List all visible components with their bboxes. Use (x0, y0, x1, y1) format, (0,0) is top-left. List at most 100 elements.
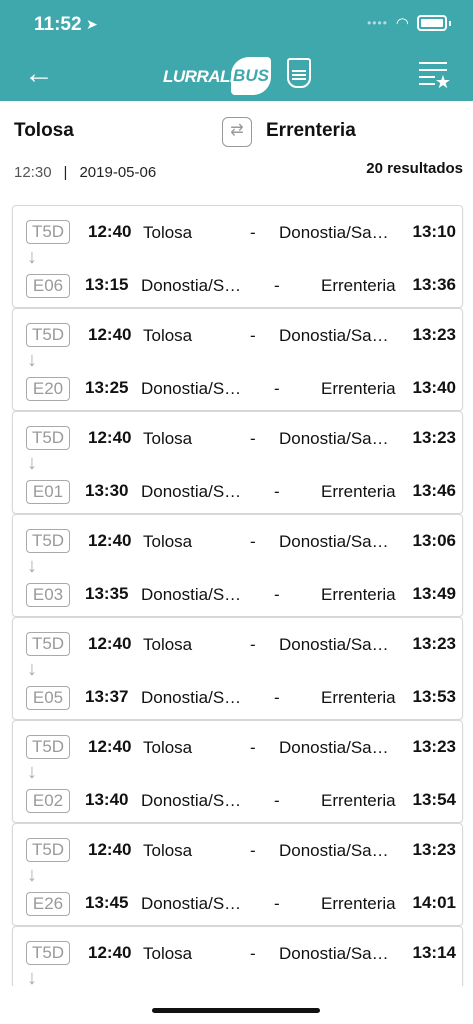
battery-icon (417, 15, 447, 31)
trip-card[interactable]: T5D 12:40 Tolosa - Donostia/Sa… 13:10 E06 13:15… (12, 205, 463, 308)
origin-stop-second: Donostia/S… (141, 276, 242, 295)
nav-bar: ← LURRALDE BUS ★ (0, 50, 473, 101)
destination-stop-first: Donostia/Sa… (279, 944, 389, 963)
trip-card[interactable]: T5D 12:40 Tolosa - Donostia/Sa… 13:23 E26 13:45… (12, 823, 463, 926)
destination-stop-first: Donostia/Sa… (279, 738, 389, 757)
origin-stop-second: Donostia/S… (141, 585, 242, 604)
arrival-time-second: 13:40 (412, 378, 456, 397)
departure-time-first: 12:40 (88, 634, 132, 653)
arrow-left-icon: ← (24, 57, 54, 90)
line-code-first: T5D (26, 323, 70, 347)
origin-stop-first: Tolosa (143, 429, 193, 448)
trip-list[interactable]: T5D 12:40 Tolosa - Donostia/Sa… 13:10 E06 13:15… (0, 201, 473, 986)
departure-time-first: 12:40 (88, 222, 132, 241)
list-line-icon (419, 76, 435, 78)
transfer-arrow-down-icon: ↓ (27, 452, 37, 474)
line-code-first: T5D (26, 220, 70, 244)
destination-stop-first: Donostia/Sa… (279, 841, 389, 860)
departure-time-second: 13:37 (85, 687, 129, 706)
line-code-first: T5D (26, 941, 70, 965)
arrival-time-second: 13:46 (412, 481, 456, 500)
battery-tip (449, 20, 451, 26)
dash-first: - (250, 841, 256, 860)
departure-time-second: 13:30 (85, 481, 129, 500)
departure-time-first: 12:40 (88, 428, 132, 447)
dash-first: - (250, 429, 256, 448)
arrival-time-first: 13:23 (412, 325, 456, 344)
favorites-list-button[interactable]: ★ (419, 62, 451, 92)
departure-time-first: 12:40 (88, 943, 132, 962)
arrival-time-first: 13:23 (412, 428, 456, 447)
line-code-second: E01 (26, 480, 70, 504)
origin-stop-first: Tolosa (143, 944, 193, 963)
origin-stop-first: Tolosa (143, 532, 193, 551)
destination-stop-first: Donostia/Sa… (279, 429, 389, 448)
line-code-second: E26 (26, 892, 70, 916)
swap-arrows-icon: ⇄ (230, 122, 244, 139)
destination-stop-second: Errenteria (321, 791, 396, 810)
dash-first: - (250, 223, 256, 242)
destination-stop-first: Donostia/Sa… (279, 326, 389, 345)
line-code-first: T5D (26, 632, 70, 656)
home-indicator (152, 1008, 320, 1013)
dash-second: - (274, 379, 280, 398)
search-time: 12:30 (14, 164, 52, 181)
origin-stop-first: Tolosa (143, 841, 193, 860)
arrival-time-first: 13:23 (412, 840, 456, 859)
origin-stop-second: Donostia/S… (141, 791, 242, 810)
destination-stop-first: Donostia/Sa… (279, 223, 389, 242)
trip-card[interactable]: T5D 12:40 Tolosa - Donostia/Sa… 13:23 E20 13:25… (12, 308, 463, 411)
line-code-first: T5D (26, 426, 70, 450)
trip-card[interactable]: T5D 12:40 Tolosa - Donostia/Sa… 13:23 E02 13:40… (12, 720, 463, 823)
wifi-icon: ◠ (395, 15, 409, 32)
departure-time-second: 13:25 (85, 378, 129, 397)
departure-time-second: 13:35 (85, 584, 129, 603)
dash-second: - (274, 482, 280, 501)
departure-time-first: 12:40 (88, 531, 132, 550)
list-line-icon (419, 83, 435, 85)
transfer-arrow-down-icon: ↓ (27, 246, 37, 268)
destination-stop-second: Errenteria (321, 585, 396, 604)
origin-stop-second: Donostia/S… (141, 482, 242, 501)
departure-time-first: 12:40 (88, 840, 132, 859)
back-button[interactable]: ← (24, 57, 64, 92)
dash-second: - (274, 276, 280, 295)
line-code-second: E02 (26, 789, 70, 813)
star-icon: ★ (434, 72, 451, 92)
logo-bus: BUS (231, 57, 271, 95)
departure-time-first: 12:40 (88, 325, 132, 344)
origin-stop-first: Tolosa (143, 635, 193, 654)
dash-first: - (250, 532, 256, 551)
departure-time-second: 13:45 (85, 893, 129, 912)
origin-stop-first: Tolosa (143, 738, 193, 757)
arrival-time-second: 14:01 (412, 893, 456, 912)
arrival-time-first: 13:23 (412, 634, 456, 653)
search-date: 2019-05-06 (79, 164, 157, 181)
arrival-time-second: 13:36 (412, 275, 456, 294)
transfer-arrow-down-icon: ↓ (27, 658, 37, 680)
arrival-time-second: 13:54 (412, 790, 456, 809)
destination-stop-second: Errenteria (321, 688, 396, 707)
transfer-arrow-down-icon: ↓ (27, 555, 37, 577)
destination-stop-second: Errenteria (321, 276, 396, 295)
origin-stop-first: Tolosa (143, 326, 193, 345)
departure-time-second: 13:15 (85, 275, 129, 294)
arrival-time-first: 13:14 (412, 943, 456, 962)
trip-card[interactable]: T5D 12:40 Tolosa - Donostia/Sa… 13:23 E05 13:37… (12, 617, 463, 720)
transfer-arrow-down-icon: ↓ (27, 349, 37, 371)
trip-card[interactable]: T5D12:40Tolosa-Donostia/Sa…13:14-↓ (12, 926, 463, 986)
dash-first: - (250, 635, 256, 654)
lurraldebus-logo: LURRALDE BUS (163, 57, 273, 95)
trip-card[interactable]: T5D 12:40 Tolosa - Donostia/Sa… 13:23 E01 13:30… (12, 411, 463, 514)
destination-stop-first: Donostia/Sa… (279, 532, 389, 551)
swap-route-button[interactable]: ⇄ (222, 117, 252, 147)
transfer-arrow-down-icon: ↓ (27, 967, 37, 986)
transfer-arrow-down-icon: ↓ (27, 864, 37, 886)
arrival-time-second: 13:53 (412, 687, 456, 706)
arrival-time-first: 13:10 (412, 222, 456, 241)
origin-label: Tolosa (14, 120, 74, 141)
line-code-first: T5D (26, 529, 70, 553)
list-line-icon (419, 62, 447, 64)
trip-card[interactable]: T5D 12:40 Tolosa - Donostia/Sa… 13:06 E03 13:35… (12, 514, 463, 617)
dash-second: - (274, 791, 280, 810)
